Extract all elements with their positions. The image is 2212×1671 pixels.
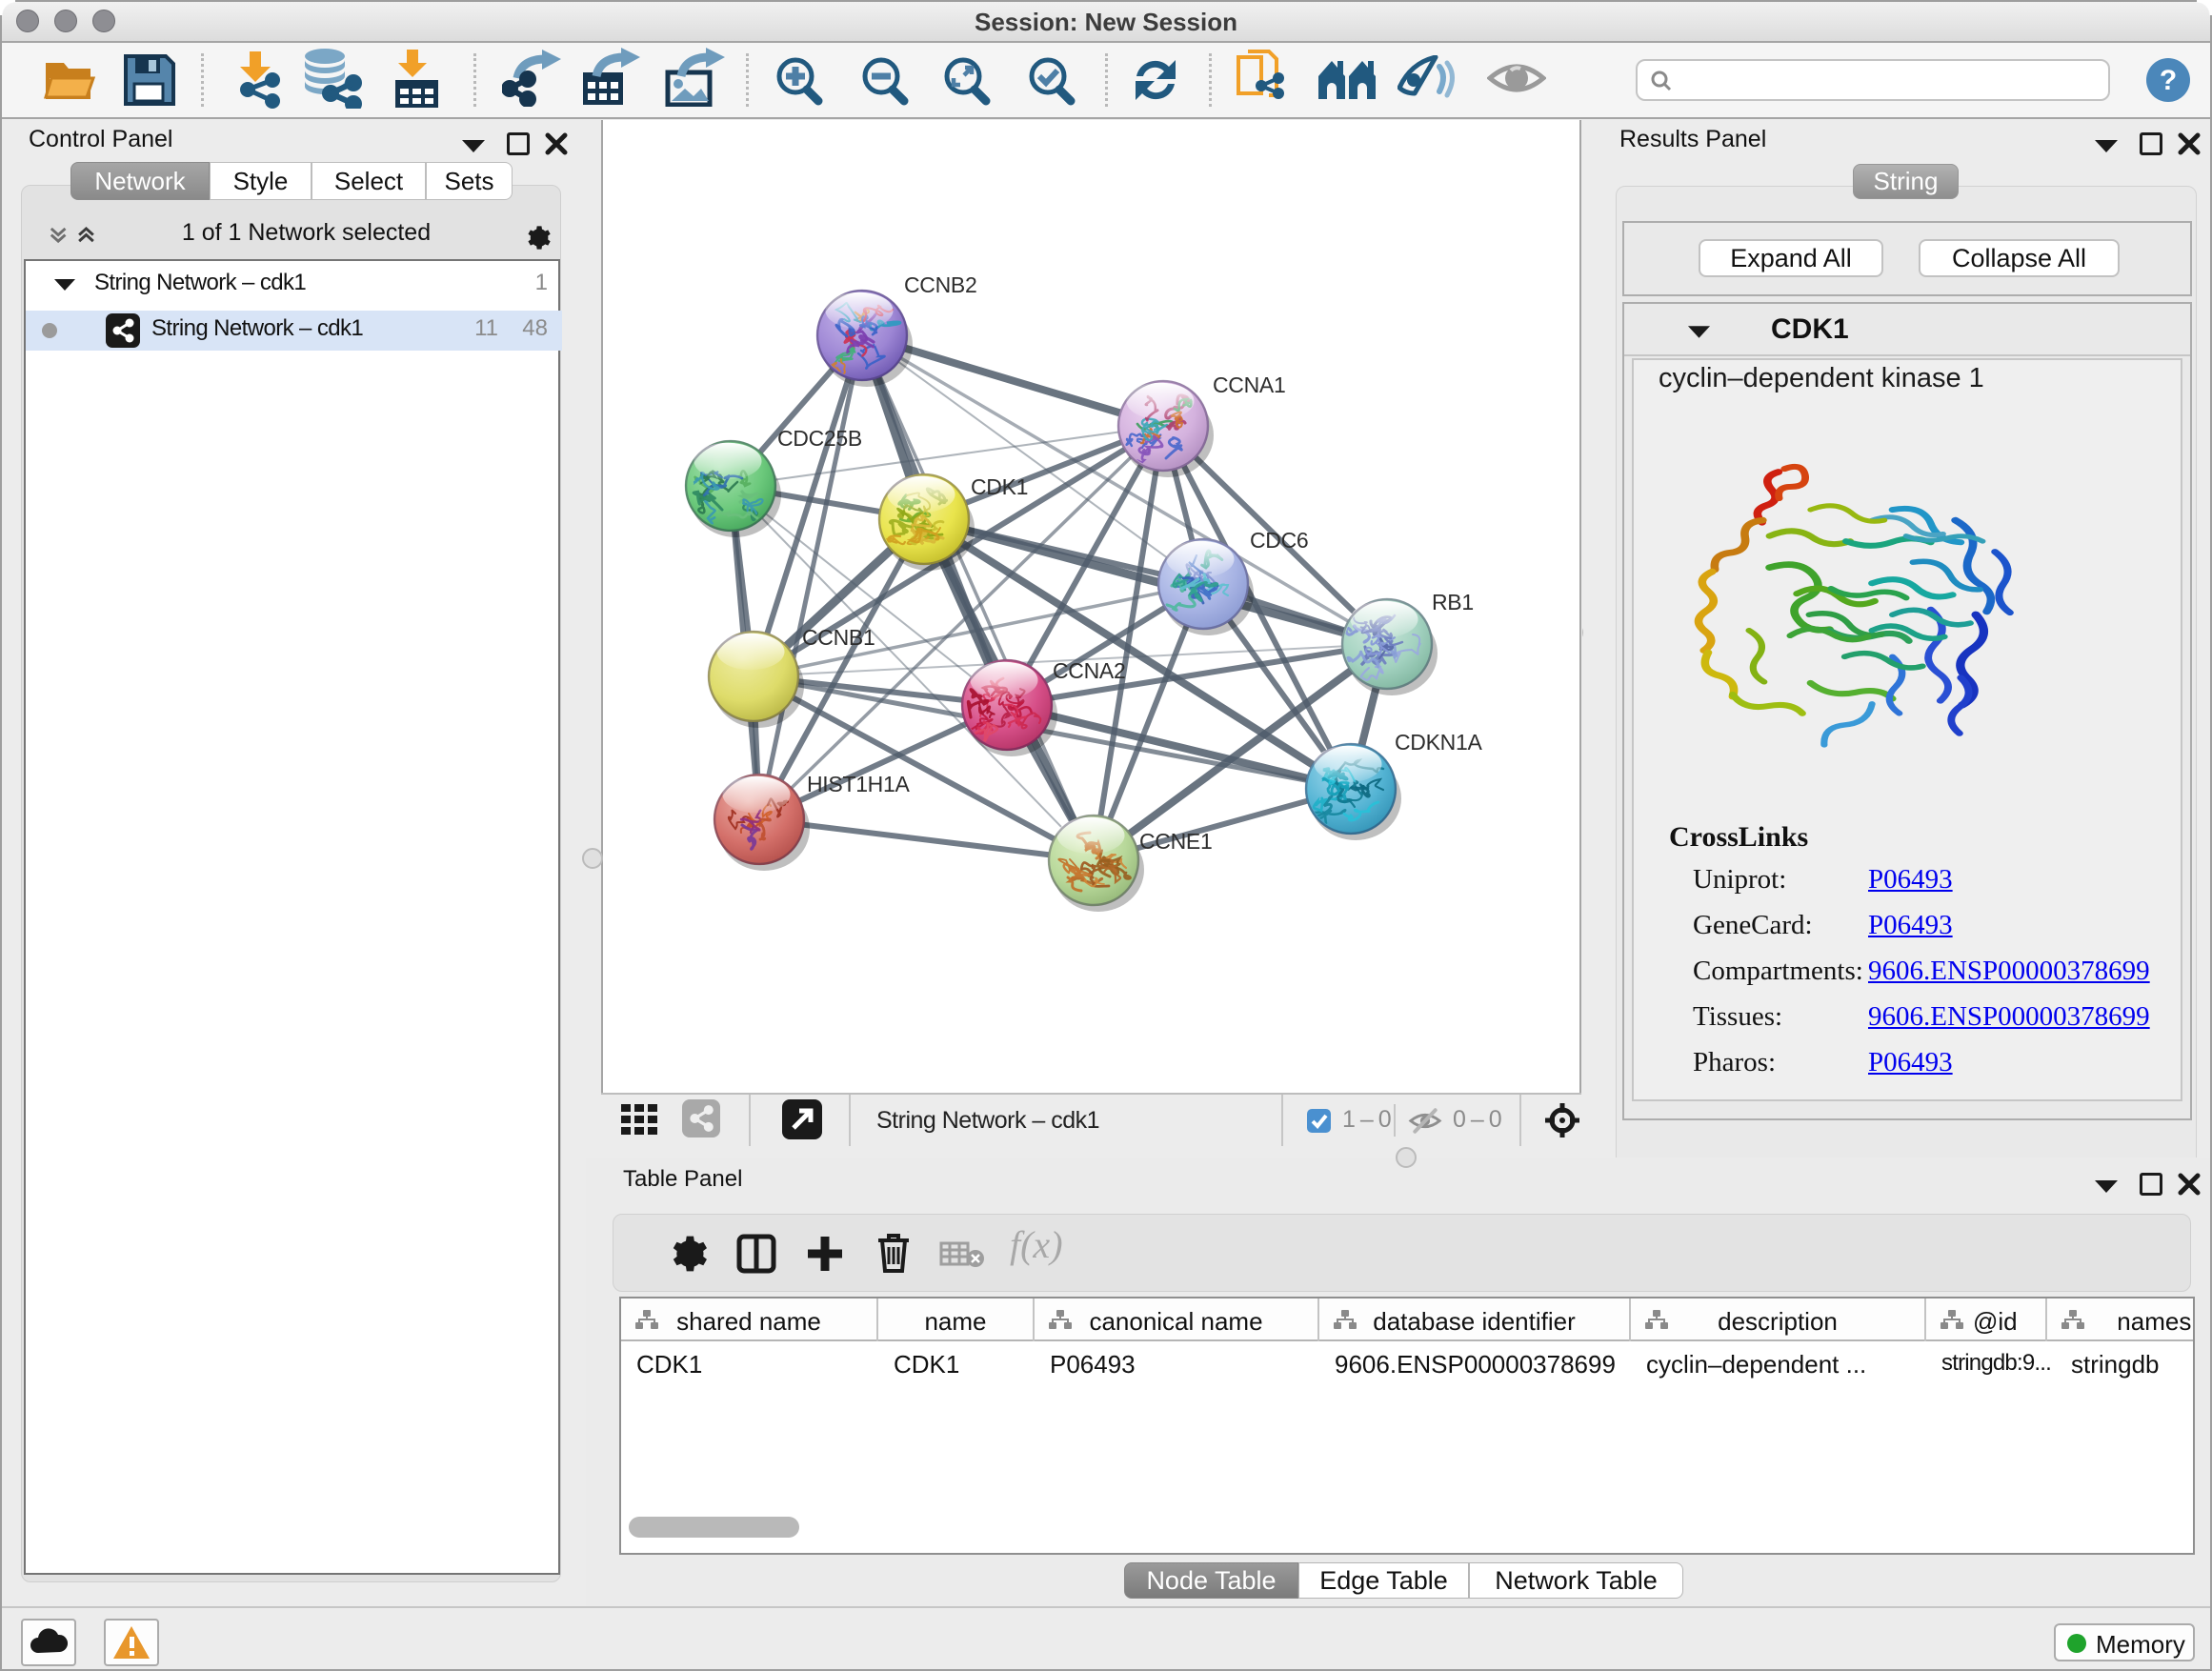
svg-text:CCNB1: CCNB1 bbox=[802, 625, 875, 650]
svg-text:RB1: RB1 bbox=[1432, 590, 1474, 614]
svg-text:CCNA1: CCNA1 bbox=[1213, 372, 1285, 397]
svg-text:CDC6: CDC6 bbox=[1250, 528, 1308, 553]
svg-text:?: ? bbox=[2160, 65, 2177, 96]
svg-text:CCNB2: CCNB2 bbox=[904, 272, 976, 297]
svg-text:CCNE1: CCNE1 bbox=[1139, 829, 1212, 854]
svg-text:CDKN1A: CDKN1A bbox=[1395, 730, 1482, 755]
svg-text:CDK1: CDK1 bbox=[971, 474, 1028, 499]
svg-text:CCNA2: CCNA2 bbox=[1053, 658, 1125, 683]
svg-text:HIST1H1A: HIST1H1A bbox=[807, 772, 910, 796]
svg-text:CDC25B: CDC25B bbox=[777, 426, 862, 451]
